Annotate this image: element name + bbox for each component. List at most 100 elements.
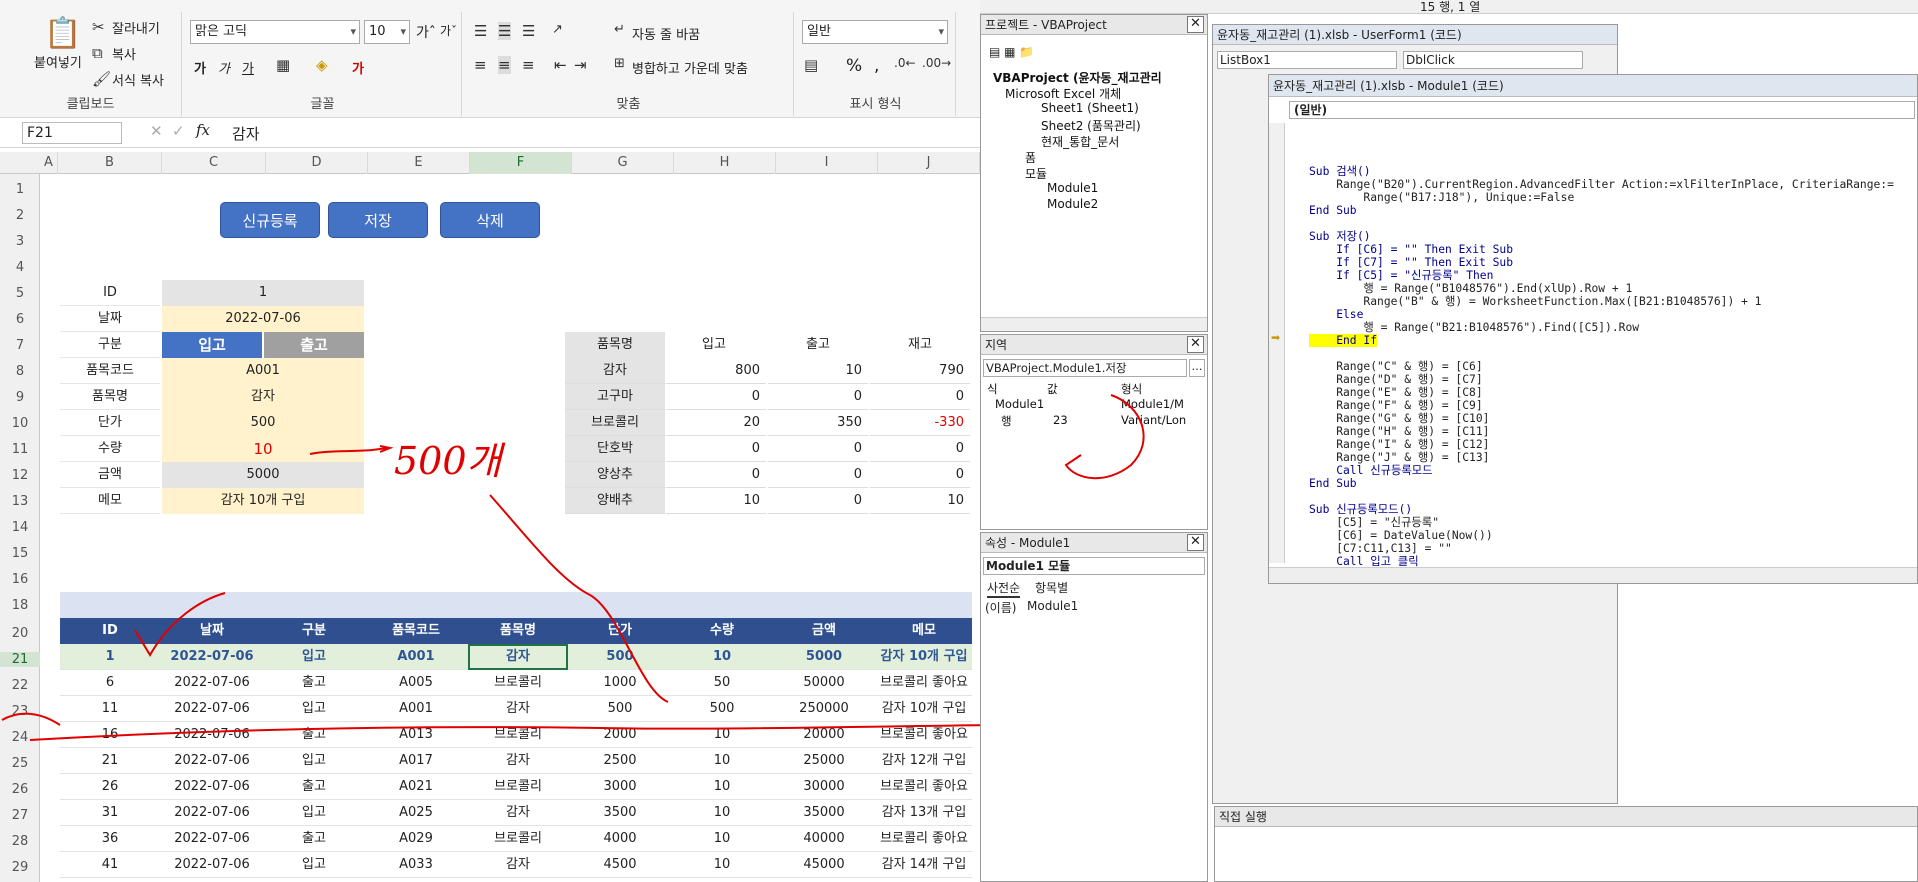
row-header[interactable]: 26 bbox=[0, 782, 40, 797]
col-header[interactable]: E bbox=[368, 152, 470, 174]
new-record-button[interactable]: 신규등록 bbox=[220, 202, 320, 238]
col-header[interactable]: A bbox=[40, 152, 58, 174]
font-color-button[interactable]: 가 bbox=[352, 58, 364, 77]
name-field[interactable]: 감자 bbox=[162, 384, 364, 410]
col-header[interactable]: G bbox=[572, 152, 674, 174]
table-header[interactable]: 품목코드 bbox=[366, 618, 466, 644]
row-header[interactable]: 25 bbox=[0, 756, 40, 771]
row-header[interactable]: 15 bbox=[0, 546, 40, 561]
table-header[interactable]: 품목명 bbox=[468, 618, 568, 644]
stock-item-name[interactable]: 양배추 bbox=[565, 488, 665, 514]
delete-button[interactable]: 삭제 bbox=[440, 202, 540, 238]
table-cell[interactable]: 26 bbox=[60, 774, 160, 800]
align-bottom-icon[interactable]: ☰ bbox=[522, 22, 535, 40]
stock-value[interactable]: 10 bbox=[666, 488, 766, 514]
tree-module2[interactable]: Module2 bbox=[1047, 197, 1098, 211]
row-header[interactable]: 12 bbox=[0, 468, 40, 483]
row-header[interactable]: 22 bbox=[0, 678, 40, 693]
formula-input[interactable]: 감자 bbox=[232, 123, 260, 144]
percent-button[interactable]: % bbox=[846, 56, 862, 76]
paste-button[interactable]: 붙여넣기 bbox=[34, 52, 82, 71]
code-hscrollbar[interactable] bbox=[1269, 567, 1917, 583]
table-cell[interactable]: 5000 bbox=[774, 644, 874, 670]
align-middle-icon[interactable]: ☰ bbox=[498, 22, 512, 40]
tree-module1[interactable]: Module1 bbox=[1047, 181, 1098, 195]
stock-item-name[interactable]: 양상추 bbox=[565, 462, 665, 488]
copy-icon[interactable]: ⧉ bbox=[92, 44, 103, 62]
stock-value[interactable]: 800 bbox=[666, 358, 766, 384]
table-cell[interactable]: A029 bbox=[366, 826, 466, 852]
accounting-icon[interactable]: ▤ bbox=[804, 56, 818, 74]
table-cell[interactable]: 감자 10개 구입 bbox=[876, 696, 972, 722]
price-field[interactable]: 500 bbox=[162, 410, 364, 436]
table-cell[interactable]: 10 bbox=[672, 722, 772, 748]
table-cell[interactable]: 20000 bbox=[774, 722, 874, 748]
criteria-row[interactable] bbox=[60, 592, 972, 618]
name-box[interactable]: F21 bbox=[22, 122, 122, 144]
stock-value[interactable]: 0 bbox=[768, 488, 868, 514]
row-header[interactable]: 1 bbox=[0, 182, 40, 197]
qty-field[interactable]: 10 bbox=[162, 436, 364, 462]
wrap-text-icon[interactable]: ↵ bbox=[614, 22, 625, 37]
row-header[interactable]: 29 bbox=[0, 860, 40, 875]
date-field[interactable]: 2022-07-06 bbox=[162, 306, 364, 332]
row-header[interactable]: 14 bbox=[0, 520, 40, 535]
row-header[interactable]: 4 bbox=[0, 260, 40, 275]
format-painter-button[interactable]: 서식 복사 bbox=[112, 70, 164, 89]
table-cell[interactable]: 500 bbox=[672, 696, 772, 722]
stock-item-name[interactable]: 고구마 bbox=[565, 384, 665, 410]
table-cell[interactable]: 감자 14개 구입 bbox=[876, 852, 972, 878]
table-cell[interactable]: 감자 bbox=[468, 644, 568, 670]
table-cell[interactable]: 출고 bbox=[264, 774, 364, 800]
table-cell[interactable]: 500 bbox=[570, 696, 670, 722]
table-cell[interactable]: 감자 12개 구입 bbox=[876, 748, 972, 774]
function-icon[interactable]: fx bbox=[196, 121, 210, 139]
save-button[interactable]: 저장 bbox=[328, 202, 428, 238]
close-icon[interactable]: ✕ bbox=[1187, 534, 1204, 551]
row-header[interactable]: 16 bbox=[0, 572, 40, 587]
table-cell[interactable]: 3000 bbox=[570, 774, 670, 800]
table-header[interactable]: 날짜 bbox=[162, 618, 262, 644]
memo-field[interactable]: 감자 10개 구입 bbox=[162, 488, 364, 514]
row-header[interactable]: 21 bbox=[0, 652, 40, 667]
table-cell[interactable]: 브로콜리 좋아요 bbox=[876, 722, 972, 748]
table-cell[interactable]: 2000 bbox=[570, 722, 670, 748]
tree-sheet2[interactable]: Sheet2 (품목관리) bbox=[1041, 117, 1141, 134]
enter-icon[interactable]: ✓ bbox=[172, 122, 185, 140]
in-toggle-button[interactable]: 입고 bbox=[162, 332, 262, 358]
procedure-combo[interactable]: DblClick bbox=[1403, 51, 1583, 69]
tree-modules[interactable]: 모듈 bbox=[1025, 165, 1047, 182]
table-header[interactable]: ID bbox=[60, 618, 160, 644]
table-cell[interactable]: 11 bbox=[60, 696, 160, 722]
col-header[interactable]: J bbox=[878, 152, 980, 174]
out-toggle-button[interactable]: 출고 bbox=[264, 332, 364, 358]
table-cell[interactable]: 2022-07-06 bbox=[162, 800, 262, 826]
table-cell[interactable]: 4000 bbox=[570, 826, 670, 852]
table-cell[interactable]: A013 bbox=[366, 722, 466, 748]
stock-value[interactable]: 0 bbox=[870, 384, 970, 410]
format-painter-icon[interactable]: 🖌 bbox=[92, 70, 111, 88]
table-cell[interactable]: 21 bbox=[60, 748, 160, 774]
table-cell[interactable]: 1 bbox=[60, 644, 160, 670]
tab-alphabetic[interactable]: 사전순 bbox=[987, 579, 1021, 598]
col-header[interactable]: H bbox=[674, 152, 776, 174]
row-header[interactable]: 28 bbox=[0, 834, 40, 849]
merge-icon[interactable]: ⊞ bbox=[614, 56, 625, 71]
general-combo[interactable]: (일반) bbox=[1289, 101, 1915, 119]
table-cell[interactable]: 출고 bbox=[264, 826, 364, 852]
tree-workbook[interactable]: 현재_통합_문서 bbox=[1041, 133, 1119, 150]
table-cell[interactable]: 브로콜리 좋아요 bbox=[876, 670, 972, 696]
tree-forms[interactable]: 폼 bbox=[1025, 149, 1036, 166]
row-header[interactable]: 7 bbox=[0, 338, 40, 353]
table-cell[interactable]: A021 bbox=[366, 774, 466, 800]
table-header[interactable]: 단가 bbox=[570, 618, 670, 644]
table-cell[interactable]: 감자 bbox=[468, 748, 568, 774]
table-cell[interactable]: 45000 bbox=[774, 852, 874, 878]
comma-button[interactable]: , bbox=[874, 56, 879, 76]
col-header[interactable]: D bbox=[266, 152, 368, 174]
border-icon[interactable]: ▦ bbox=[276, 56, 290, 74]
table-cell[interactable]: 10 bbox=[672, 826, 772, 852]
row-header[interactable]: 27 bbox=[0, 808, 40, 823]
table-cell[interactable]: A005 bbox=[366, 670, 466, 696]
table-cell[interactable]: 감자 bbox=[468, 696, 568, 722]
